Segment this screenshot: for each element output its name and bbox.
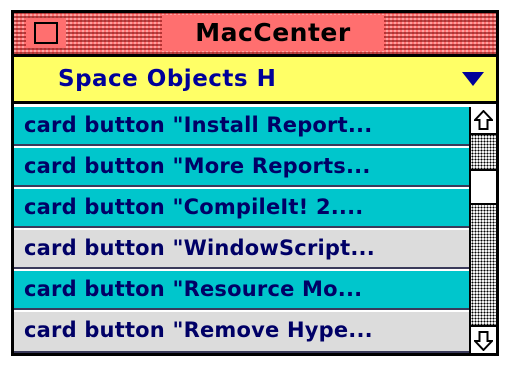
- arrow-down-icon: [474, 331, 493, 351]
- list-item[interactable]: card button "Remove Hype...: [14, 312, 469, 353]
- object-list: card button "Install Report... card butt…: [14, 107, 469, 353]
- list-item-label: card button "More Reports...: [24, 154, 371, 178]
- scroll-up-button[interactable]: [471, 107, 496, 135]
- list-item[interactable]: card button "Install Report...: [14, 107, 469, 146]
- title-bar[interactable]: MacCenter: [14, 13, 496, 57]
- scroll-thumb[interactable]: [471, 169, 496, 205]
- list-item-label: card button "Remove Hype...: [24, 318, 373, 342]
- close-box-icon[interactable]: [34, 22, 58, 44]
- list-item-label: card button "CompileIt! 2....: [24, 195, 364, 219]
- scroll-down-button[interactable]: [471, 325, 496, 353]
- list-item-label: card button "Install Report...: [24, 113, 373, 137]
- window-title: MacCenter: [195, 18, 351, 47]
- list-item[interactable]: card button "WindowScript...: [14, 230, 469, 269]
- maccenter-window: MacCenter Space Objects H card button "I…: [11, 10, 499, 356]
- object-popup-menu[interactable]: Space Objects H: [14, 57, 496, 104]
- list-item[interactable]: card button "CompileIt! 2....: [14, 189, 469, 228]
- arrow-up-icon: [474, 110, 493, 130]
- list-item[interactable]: card button "More Reports...: [14, 148, 469, 187]
- popup-selected-value: Space Objects H: [58, 66, 277, 92]
- list-item-label: card button "WindowScript...: [24, 236, 375, 260]
- title-area: MacCenter: [162, 15, 384, 51]
- triangle-down-icon[interactable]: [462, 72, 484, 86]
- list-item[interactable]: card button "Resource Mo...: [14, 271, 469, 310]
- list-item-label: card button "Resource Mo...: [24, 277, 363, 301]
- vertical-scrollbar[interactable]: [469, 107, 496, 353]
